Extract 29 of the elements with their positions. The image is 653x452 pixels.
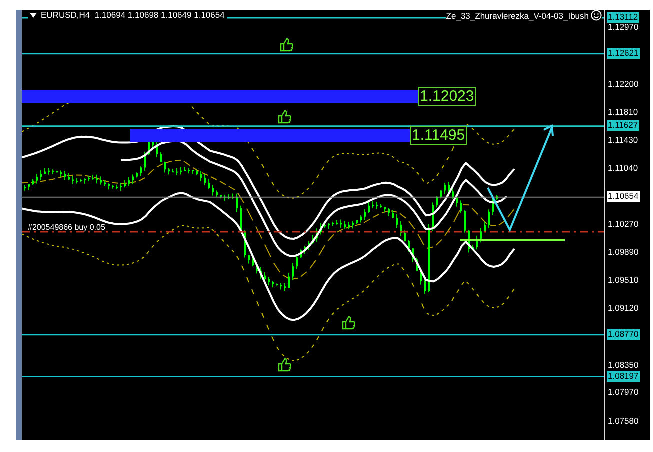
level-price-tag: 1.08197	[607, 370, 640, 382]
order-label: #200549866 buy 0.05	[28, 223, 106, 232]
expert-name: Ze_33_Zhuravlerezka_V-04-03_Ibush	[446, 10, 589, 20]
smiley-icon	[591, 10, 602, 21]
axis-label: 1.11810	[607, 107, 640, 118]
symbol-info: EURUSD,H4 1.10694 1.10698 1.10649 1.10654	[41, 10, 225, 20]
zone-price-label: 1.11495	[410, 126, 468, 146]
zone-price-label: 1.12023	[418, 87, 476, 106]
axis-label: 1.07970	[607, 387, 640, 398]
current-price-tag: 1.10654	[607, 191, 640, 202]
axis-label: 1.11430	[607, 134, 640, 146]
thumbs-up-icon	[280, 38, 294, 52]
dropdown-icon[interactable]	[30, 12, 37, 18]
level-price-tag: 1.11627	[607, 120, 640, 132]
axis-label: 1.09120	[607, 303, 640, 314]
axis-label: 1.12970	[607, 22, 640, 34]
thumbs-up-icon	[278, 110, 292, 124]
thumbs-up-icon	[278, 358, 292, 372]
axis-label: 1.10270	[607, 219, 640, 230]
level-price-tag: 1.08770	[607, 328, 640, 340]
axis-label: 1.07580	[607, 416, 640, 427]
axis-label: 1.11040	[607, 163, 640, 174]
thumbs-up-icon	[342, 316, 356, 330]
level-price-tag: 1.13112	[607, 12, 640, 23]
axis-label: 1.09510	[607, 274, 640, 286]
axis-label: 1.09890	[607, 247, 640, 258]
axis-label: 1.08350	[607, 360, 640, 371]
axis-label: 1.12200	[607, 78, 640, 90]
level-price-tag: 1.12621	[607, 48, 640, 59]
